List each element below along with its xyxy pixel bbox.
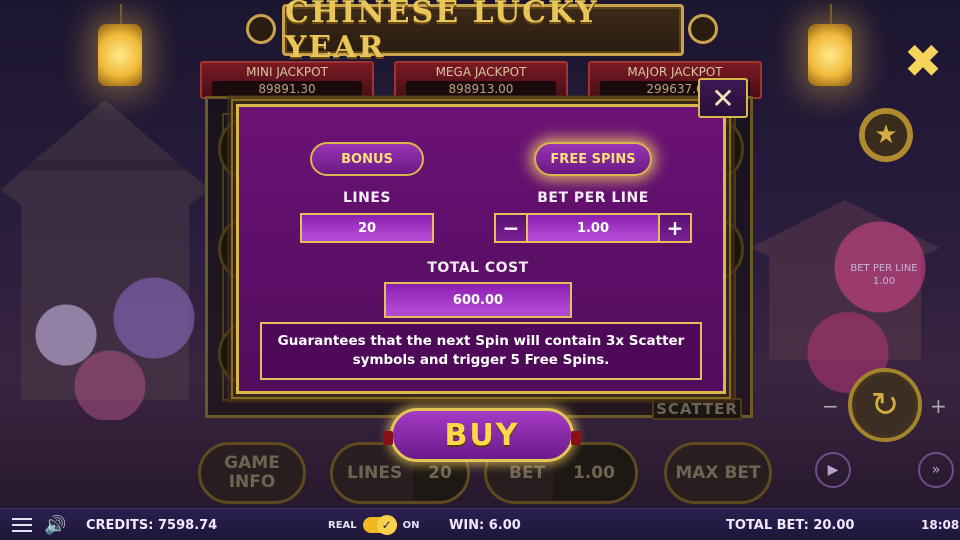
menu-icon[interactable] bbox=[12, 509, 32, 540]
check-icon: ✓ bbox=[376, 515, 397, 535]
spin-icon: ↻ bbox=[870, 385, 900, 425]
tab-bonus[interactable]: BONUS bbox=[310, 142, 424, 176]
win-display: WIN: 6.00 bbox=[449, 517, 521, 533]
lantern-right bbox=[808, 4, 852, 86]
lines-value-field: 20 bbox=[300, 213, 434, 243]
cherry-blossom-left bbox=[0, 250, 220, 420]
jackpot-mega-value: 898913.00 bbox=[406, 81, 556, 97]
lines-label: LINES bbox=[343, 190, 391, 206]
status-bar: 🔊 CREDITS: 7598.74 REAL ✓ ON WIN: 6.00 T… bbox=[0, 508, 960, 540]
close-game-icon[interactable]: ✖ bbox=[902, 38, 944, 84]
spin-button[interactable]: ↻ bbox=[848, 368, 922, 442]
side-bet-plus-button[interactable]: + bbox=[930, 394, 947, 418]
side-bet-minus-button[interactable]: − bbox=[822, 394, 839, 418]
sound-icon[interactable]: 🔊 bbox=[44, 509, 66, 540]
jackpot-mega-label: MEGA JACKPOT bbox=[435, 65, 527, 79]
bet-increase-button[interactable]: + bbox=[658, 213, 692, 243]
title-medallion-left bbox=[246, 14, 276, 44]
clock: 18:08 bbox=[921, 518, 960, 532]
real-label: REAL bbox=[328, 519, 357, 531]
side-bet-per-line-value: 1.00 bbox=[872, 276, 896, 287]
lantern-left bbox=[98, 4, 142, 86]
toggle-switch[interactable]: ✓ bbox=[362, 515, 397, 535]
bet-control-label: BET bbox=[509, 462, 546, 483]
game-title-banner: CHINESE LUCKY YEAR bbox=[282, 0, 684, 65]
on-label: ON bbox=[402, 519, 420, 531]
bet-decrease-button[interactable]: − bbox=[494, 213, 528, 243]
game-info-button[interactable]: GAME INFO bbox=[198, 442, 306, 504]
jackpot-mini-label: MINI JACKPOT bbox=[246, 65, 328, 79]
lines-control-label: LINES bbox=[347, 462, 403, 483]
play-icon: ▶ bbox=[827, 462, 839, 478]
scatter-symbol-label: SCATTER bbox=[652, 398, 742, 420]
title-medallion-right bbox=[688, 14, 718, 44]
jackpot-mini: MINI JACKPOT 89891.30 bbox=[200, 61, 374, 99]
jackpot-mini-value: 89891.30 bbox=[212, 81, 362, 97]
real-mode-toggle[interactable]: REAL ✓ ON bbox=[328, 509, 420, 540]
close-dialog-button[interactable]: ✕ bbox=[698, 78, 748, 118]
turbo-button[interactable]: » bbox=[918, 452, 954, 488]
fast-forward-icon: » bbox=[931, 462, 941, 478]
jackpot-mega: MEGA JACKPOT 898913.00 bbox=[394, 61, 568, 99]
feature-description: Guarantees that the next Spin will conta… bbox=[260, 322, 702, 380]
side-bet-per-line-label: BET PER LINE bbox=[850, 263, 918, 274]
autoplay-button[interactable]: ▶ bbox=[815, 452, 851, 488]
close-icon: ✕ bbox=[711, 81, 735, 115]
total-cost-value-field: 600.00 bbox=[384, 282, 572, 318]
max-bet-button[interactable]: MAX BET bbox=[664, 442, 772, 504]
tab-free-spins[interactable]: FREE SPINS bbox=[534, 142, 652, 176]
bet-per-line-value-field: 1.00 bbox=[528, 213, 658, 243]
credits-display: CREDITS: 7598.74 bbox=[86, 517, 218, 533]
total-bet-display: TOTAL BET: 20.00 bbox=[726, 517, 855, 533]
star-icon[interactable]: ★ bbox=[859, 108, 913, 162]
game-title: CHINESE LUCKY YEAR bbox=[285, 0, 599, 65]
total-cost-label: TOTAL COST bbox=[427, 260, 529, 276]
side-bet-per-line: BET PER LINE 1.00 bbox=[844, 262, 924, 288]
buy-button[interactable]: BUY bbox=[383, 408, 581, 462]
bet-per-line-label: BET PER LINE bbox=[537, 190, 649, 206]
